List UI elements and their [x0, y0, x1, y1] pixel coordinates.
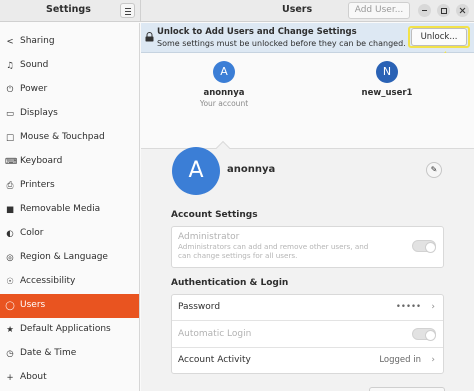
sidebar-item-removable-media[interactable]: ■ Removable Media — [0, 198, 139, 222]
user-card-new-user1[interactable]: N new_user1 — [337, 61, 437, 98]
account-activity-row[interactable]: Account Activity Logged in › — [172, 348, 443, 374]
pencil-icon: ✎ — [430, 165, 438, 174]
minimize-icon[interactable] — [418, 4, 431, 17]
profile-avatar[interactable]: A — [172, 147, 220, 195]
sidebar-item-keyboard[interactable]: ⌨ Keyboard — [0, 150, 139, 174]
user-name: anonnya — [203, 88, 245, 98]
automatic-login-toggle[interactable] — [412, 328, 436, 341]
star-icon: ★ — [6, 325, 14, 335]
sidebar-item-label: Sound — [20, 60, 49, 70]
profile-name: anonnya — [227, 164, 276, 175]
sidebar-item-label: Accessibility — [20, 276, 76, 286]
sidebar: < Sharing ♫ Sound ⏻ Power ▭ Displays □ M… — [0, 23, 140, 391]
color-icon: ◐ — [6, 229, 14, 239]
chevron-right-icon: › — [431, 302, 435, 312]
sidebar-item-label: Default Applications — [20, 324, 111, 334]
password-label: Password — [178, 302, 221, 312]
menu-button[interactable] — [120, 3, 135, 18]
administrator-row: Administrator Administrators can add and… — [172, 227, 443, 267]
automatic-login-label: Automatic Login — [178, 329, 252, 339]
user-list: A anonnya Your account N new_user1 — [141, 53, 474, 156]
mouse-icon: □ — [5, 133, 15, 143]
printer-icon: ⎙ — [6, 181, 14, 191]
removable-media-icon: ■ — [5, 205, 15, 215]
user-name: new_user1 — [361, 88, 413, 98]
music-note-icon: ♫ — [6, 61, 14, 71]
share-icon: < — [6, 37, 14, 47]
auth-panel: Password ••••• › Automatic Login Account… — [171, 294, 444, 374]
sidebar-item-label: Region & Language — [20, 252, 108, 262]
sidebar-item-power[interactable]: ⏻ Power — [0, 78, 139, 102]
settings-title: Settings — [46, 4, 91, 15]
accessibility-icon: ☉ — [6, 277, 14, 287]
sidebar-item-printers[interactable]: ⎙ Printers — [0, 174, 139, 198]
add-user-button[interactable]: Add User... — [348, 2, 410, 19]
keyboard-icon: ⌨ — [5, 157, 18, 167]
edit-name-button[interactable]: ✎ — [426, 162, 442, 178]
clock-icon: ◷ — [6, 349, 14, 359]
page-title: Users — [282, 4, 313, 15]
account-settings-panel: Administrator Administrators can add and… — [171, 226, 444, 268]
chevron-right-icon: › — [431, 355, 435, 365]
hamburger-icon — [125, 8, 131, 9]
sidebar-item-region-language[interactable]: ◎ Region & Language — [0, 246, 139, 270]
sidebar-item-label: Mouse & Touchpad — [20, 132, 105, 142]
user-subtitle: Your account — [199, 99, 249, 108]
sidebar-item-label: Removable Media — [20, 204, 101, 214]
remove-user-button[interactable] — [369, 387, 445, 391]
sidebar-item-label: About — [20, 372, 47, 382]
display-icon: ▭ — [5, 109, 15, 119]
globe-icon: ◎ — [6, 253, 14, 263]
sidebar-item-label: Users — [20, 300, 46, 310]
auth-heading: Authentication & Login — [171, 278, 289, 288]
sidebar-item-default-applications[interactable]: ★ Default Applications — [0, 318, 139, 342]
selection-notch — [215, 140, 231, 156]
sidebar-item-label: Sharing — [20, 36, 55, 46]
password-value: ••••• — [395, 302, 421, 312]
users-icon: ◯ — [5, 301, 15, 311]
administrator-description: Administrators can add and remove other … — [178, 242, 369, 260]
sidebar-item-label: Keyboard — [20, 156, 63, 166]
user-card-anonnya[interactable]: A anonnya Your account — [174, 61, 274, 108]
account-activity-label: Account Activity — [178, 355, 251, 365]
sidebar-item-label: Printers — [20, 180, 55, 190]
maximize-icon[interactable] — [437, 4, 450, 17]
sidebar-item-label: Date & Time — [20, 348, 77, 358]
account-settings-heading: Account Settings — [171, 210, 258, 220]
avatar: A — [213, 61, 235, 83]
header-separator — [140, 0, 141, 22]
sidebar-item-accessibility[interactable]: ☉ Accessibility — [0, 270, 139, 294]
hamburger-icon-line — [125, 14, 131, 15]
header-bar: Settings Users Add User... — [0, 0, 474, 22]
info-icon: + — [6, 373, 14, 383]
sidebar-item-label: Color — [20, 228, 44, 238]
sidebar-item-color[interactable]: ◐ Color — [0, 222, 139, 246]
users-panel: Unlock to Add Users and Change Settings … — [141, 23, 474, 391]
sidebar-item-label: Displays — [20, 108, 58, 118]
sidebar-item-about[interactable]: + About — [0, 366, 139, 390]
sidebar-item-mouse-touchpad[interactable]: □ Mouse & Touchpad — [0, 126, 139, 150]
administrator-label: Administrator — [178, 232, 240, 242]
hamburger-icon-line — [125, 11, 131, 12]
sidebar-item-sound[interactable]: ♫ Sound — [0, 54, 139, 78]
administrator-toggle[interactable] — [412, 240, 436, 253]
account-activity-value: Logged in — [379, 355, 421, 365]
sidebar-item-date-time[interactable]: ◷ Date & Time — [0, 342, 139, 366]
close-icon[interactable] — [456, 4, 469, 17]
sidebar-item-sharing[interactable]: < Sharing — [0, 30, 139, 54]
avatar: N — [376, 61, 398, 83]
sidebar-item-displays[interactable]: ▭ Displays — [0, 102, 139, 126]
automatic-login-row: Automatic Login — [172, 321, 443, 348]
sidebar-item-users[interactable]: ◯ Users — [0, 294, 139, 318]
password-row[interactable]: Password ••••• › — [172, 295, 443, 321]
power-icon: ⏻ — [6, 85, 14, 95]
sidebar-item-label: Power — [20, 84, 48, 94]
